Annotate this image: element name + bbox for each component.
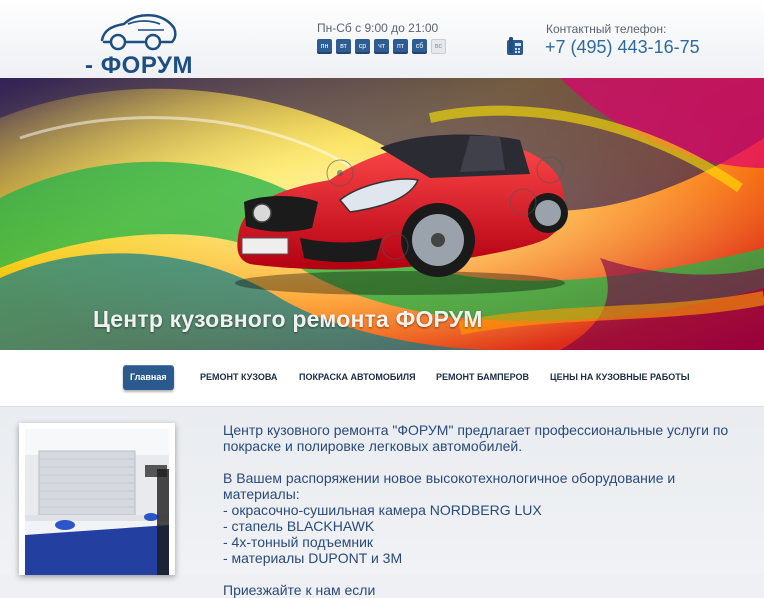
day-mon: пн — [317, 39, 332, 54]
equipment-heading: В Вашем распоряжении новое высокотехноло… — [223, 470, 676, 502]
nav-item-body-repair[interactable]: РЕМОНТ КУЗОВА — [193, 365, 284, 390]
phone-icon — [507, 37, 523, 55]
day-sat: сб — [412, 39, 427, 54]
phone-label: Контактный телефон: — [546, 22, 667, 36]
nav-item-home[interactable]: Главная — [123, 365, 174, 390]
car-logo-icon — [100, 14, 177, 51]
equipment-item: - стапель BLACKHAWK — [223, 518, 375, 534]
working-hours: Пн-Сб с 9:00 до 21:00 пн вт ср чт пт сб … — [317, 21, 446, 54]
nav-item-car-painting[interactable]: ПОКРАСКА АВТОМОБИЛЯ — [292, 365, 423, 390]
nav-item-bumper-repair[interactable]: РЕМОНТ БАМПЕРОВ — [429, 365, 536, 390]
equipment-item: - 4х-тонный подъемник — [223, 534, 374, 550]
day-tue: вт — [336, 39, 351, 54]
equipment-item: - окрасочно-сушильная камера NORDBERG LU… — [223, 502, 542, 518]
equipment-item: - материалы DUPONT и 3M — [223, 550, 403, 566]
intro-paragraph: Центр кузовного ремонта "ФОРУМ" предлага… — [223, 422, 729, 454]
main-nav: Главная РЕМОНТ КУЗОВА ПОКРАСКА АВТОМОБИЛ… — [0, 350, 764, 407]
main-content: Центр кузовного ремонта "ФОРУМ" предлага… — [0, 407, 764, 598]
days-list: пн вт ср чт пт сб вс — [317, 39, 446, 54]
day-fri: пт — [393, 39, 408, 54]
banner-title: Центр кузовного ремонта ФОРУМ — [93, 306, 483, 332]
nav-item-prices[interactable]: ЦЕНЫ НА КУЗОВНЫЕ РАБОТЫ — [543, 365, 697, 390]
intro-text-block: Центр кузовного ремонта "ФОРУМ" предлага… — [223, 422, 753, 598]
header: - ФОРУМ - Пн-Сб с 9:00 до 21:00 пн вт ср… — [0, 0, 764, 107]
invite-text: Приезжайте к нам если — [223, 582, 376, 598]
day-sun: вс — [431, 39, 446, 54]
logo[interactable]: - ФОРУМ - — [84, 8, 194, 107]
day-wed: ср — [355, 39, 370, 54]
hours-text: Пн-Сб с 9:00 до 21:00 — [317, 21, 439, 35]
phone-number[interactable]: +7 (495) 443-16-75 — [545, 37, 700, 58]
hero-banner: Центр кузовного ремонта ФОРУМ — [0, 78, 764, 350]
workshop-photo — [25, 429, 169, 575]
workshop-photo-frame[interactable] — [19, 423, 175, 575]
day-thu: чт — [374, 39, 389, 54]
